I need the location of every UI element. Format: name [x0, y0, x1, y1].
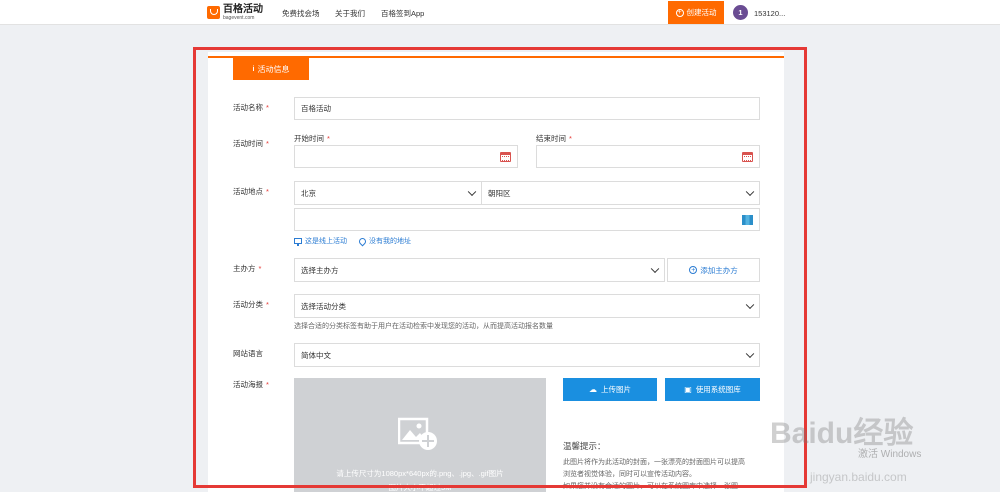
tips-line: 浏览者视觉体验，同时可以宣传活动内容。 [563, 471, 696, 478]
chevron-down-icon [745, 349, 755, 359]
start-time-label: 开始时间 * [294, 134, 330, 143]
location-pin-icon [357, 236, 368, 246]
watermark-url: jingyan.baidu.com [810, 470, 907, 484]
category-label: 活动分类 * [233, 300, 269, 309]
info-icon: i [252, 65, 255, 73]
tips-title: 温馨提示： [563, 441, 606, 451]
create-event-button[interactable]: + 创建活动 [668, 1, 724, 24]
plus-circle-icon: + [689, 266, 698, 274]
event-location-label: 活动地点 * [233, 187, 269, 196]
tab-event-info[interactable]: i 活动信息 [233, 58, 309, 80]
chevron-down-icon [745, 300, 755, 310]
online-event-link[interactable]: 这是线上活动 [294, 236, 347, 246]
logo[interactable]: 百格活动 bagevent.com [207, 4, 263, 21]
category-hint: 选择合适的分类标签有助于用户在活动检索中发现您的活动，从而提高活动报名数量 [294, 323, 553, 330]
avatar[interactable]: 1 [733, 5, 748, 20]
no-address-link[interactable]: 没有我的地址 [357, 236, 411, 246]
calendar-icon[interactable] [500, 151, 511, 162]
system-library-button[interactable]: ▣ 使用系统图库 [665, 378, 760, 401]
poster-upload-area[interactable]: 请上传尺寸为1080px*640px的.png、.jpg、.gif图片 图片大小… [294, 378, 546, 492]
poster-size-hint: 图片大小不超过5M [388, 483, 452, 492]
district-select[interactable]: 朝阳区 [481, 181, 760, 205]
nav-link-app[interactable]: 百格签到App [381, 8, 424, 19]
nav-link-venue[interactable]: 免费找会场 [282, 8, 320, 19]
chevron-down-icon [467, 187, 477, 197]
tips-line: 此图片将作为此活动的封面，一张漂亮的封面图片可以提高 [563, 459, 745, 466]
logo-title: 百格活动 [223, 3, 263, 15]
address-input[interactable] [294, 208, 760, 231]
organizer-label: 主办方 * [233, 264, 262, 273]
chevron-down-icon [650, 264, 660, 274]
organizer-select[interactable]: 选择主办方 [294, 258, 665, 282]
plus-icon: + [675, 8, 684, 17]
tips-line: 如果您并没有合适的图片，可以在系统图库中选择一张图 [563, 483, 738, 490]
cloud-upload-icon: ☁ [589, 385, 597, 394]
monitor-icon [294, 238, 302, 246]
map-icon[interactable] [742, 214, 753, 225]
language-label: 网站语言 [233, 349, 263, 358]
watermark-windows: 激活 Windows [858, 449, 922, 460]
top-nav: 百格活动 bagevent.com 免费找会场 关于我们 百格签到App + 创… [0, 0, 1000, 25]
event-time-label: 活动时间 * [233, 139, 269, 148]
logo-subtitle: bagevent.com [223, 14, 255, 21]
watermark-brand: Baidu经验 [770, 417, 914, 450]
add-organizer-button[interactable]: + 添加主办方 [667, 258, 760, 282]
calendar-icon[interactable] [742, 151, 753, 162]
image-add-icon [398, 417, 437, 450]
start-time-input[interactable] [294, 145, 518, 168]
city-select[interactable]: 北京 [294, 181, 482, 205]
end-time-input[interactable] [536, 145, 760, 168]
end-time-label: 结束时间 * [536, 134, 572, 143]
poster-upload-hint: 请上传尺寸为1080px*640px的.png、.jpg、.gif图片 [336, 469, 504, 478]
logo-icon [207, 6, 220, 19]
event-name-label: 活动名称 * [233, 103, 269, 112]
poster-label: 活动海报 * [233, 380, 269, 389]
gallery-icon: ▣ [684, 385, 692, 394]
user-name[interactable]: 153120... [754, 9, 785, 18]
category-select[interactable]: 选择活动分类 [294, 294, 760, 318]
language-select[interactable]: 简体中文 [294, 343, 760, 367]
chevron-down-icon [745, 187, 755, 197]
upload-image-button[interactable]: ☁ 上传图片 [563, 378, 657, 401]
event-name-input[interactable]: 百格活动 [294, 97, 760, 120]
nav-link-about[interactable]: 关于我们 [335, 8, 365, 19]
